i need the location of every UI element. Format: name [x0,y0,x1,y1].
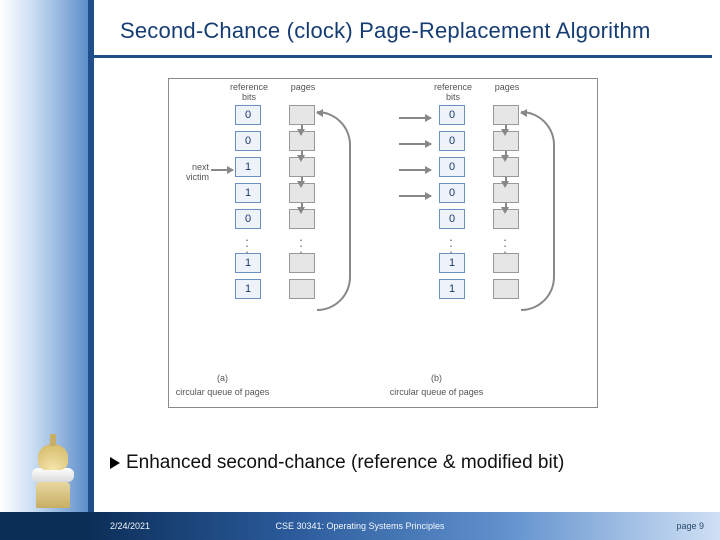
bit-cell: 0 [439,209,465,229]
bits-queue-b: 0 0 0 0 0 ··· 1 1 [439,105,465,305]
arrow-down-icon [297,155,305,162]
col-header-bits-b: referencebits [431,83,475,103]
arrow-down-icon [501,207,509,214]
bullet-arrow-icon [110,457,120,469]
bit-cell: 0 [235,131,261,151]
arrow-down-icon [297,181,305,188]
sublabel-b: (b) [383,373,490,383]
slide-title: Second-Chance (clock) Page-Replacement A… [120,18,651,44]
caption-b: circular queue of pages [383,387,490,397]
pointer-arrow-b2 [399,143,431,145]
left-accent-edge [88,0,94,540]
vdots-icon: ··· [493,235,519,253]
title-bar: Second-Chance (clock) Page-Replacement A… [94,6,712,58]
arrow-down-icon [297,129,305,136]
bit-cell: 0 [235,105,261,125]
loop-curve-b [521,111,555,311]
pointer-arrow-b3 [399,169,431,171]
vdots-icon: ··· [439,235,465,253]
pointer-arrow-b4 [399,195,431,197]
col-header-bits-a: referencebits [227,83,271,103]
page-cell [493,105,519,125]
col-header-pages-a: pages [281,83,325,93]
loop-curve-a [317,111,351,311]
bit-cell: 0 [439,157,465,177]
arrow-down-icon [501,155,509,162]
diagram-half-a: referencebits pages nextvictim 0 0 1 1 0… [169,83,383,403]
bit-cell: 0 [439,131,465,151]
bullet-line: Enhanced second-chance (reference & modi… [110,452,710,474]
footer-page: page 9 [676,521,704,531]
bits-queue-a: 0 0 1 1 0 ··· 1 1 [235,105,261,305]
next-victim-arrow [211,169,233,171]
caption-a: circular queue of pages [169,387,276,397]
arrow-down-icon [297,207,305,214]
bit-cell: 0 [439,183,465,203]
col-header-pages-b: pages [485,83,529,93]
arrow-down-icon [501,181,509,188]
sublabel-a: (a) [169,373,276,383]
page-cell [289,279,315,299]
bit-cell: 1 [439,279,465,299]
bit-cell: 0 [235,209,261,229]
bit-cell: 0 [439,105,465,125]
pointer-arrow-b1 [399,117,431,119]
bullet-text: Enhanced second-chance (reference & modi… [126,452,564,474]
bit-cell: 1 [235,183,261,203]
next-victim-label: nextvictim [173,163,209,183]
page-cell [493,279,519,299]
diagram-half-b: referencebits pages 0 0 0 0 0 ··· 1 1 [383,83,597,403]
footer-date: 2/24/2021 [110,521,150,531]
bit-cell: 1 [235,157,261,177]
vdots-icon: ··· [289,235,315,253]
footer-bar: 2/24/2021 CSE 30341: Operating Systems P… [0,512,720,540]
dome-ornament [22,434,84,508]
arrow-down-icon [501,129,509,136]
slide: Second-Chance (clock) Page-Replacement A… [0,0,720,540]
page-cell [289,105,315,125]
diagram-panel: referencebits pages nextvictim 0 0 1 1 0… [168,78,598,408]
footer-course: CSE 30341: Operating Systems Principles [275,521,444,531]
bit-cell: 1 [235,279,261,299]
vdots-icon: ··· [235,235,261,253]
